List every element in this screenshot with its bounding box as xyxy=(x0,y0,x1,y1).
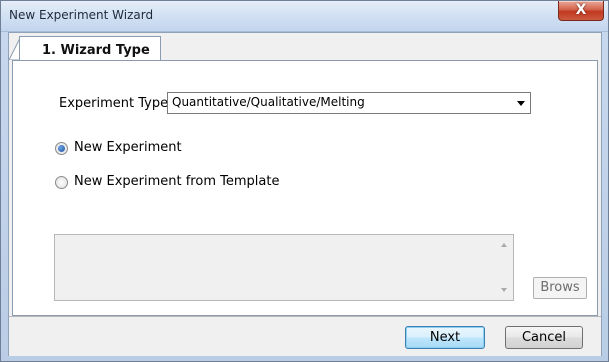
tab-wizard-type[interactable]: 1. Wizard Type xyxy=(19,36,161,61)
wizard-client-area: 1. Wizard Type Experiment Type Quantitat… xyxy=(8,32,602,356)
close-icon: X xyxy=(575,2,587,18)
scroll-up-arrow-icon xyxy=(501,243,507,247)
wizard-window: New Experiment Wizard X 1. Wizard Type E… xyxy=(0,0,609,362)
cancel-button[interactable]: Cancel xyxy=(505,326,583,349)
radio-new-experiment-from-template[interactable]: New Experiment from Template xyxy=(55,174,315,192)
radio-new-experiment[interactable]: New Experiment xyxy=(55,140,215,158)
chevron-down-icon xyxy=(517,101,525,106)
radio-button-unchecked[interactable] xyxy=(55,176,68,189)
next-button[interactable]: Next xyxy=(405,326,485,349)
radio-label-from-template: New Experiment from Template xyxy=(74,174,280,189)
tab-strip: 1. Wizard Type xyxy=(9,33,601,61)
title-bar[interactable]: New Experiment Wizard X xyxy=(1,1,608,32)
window-title: New Experiment Wizard xyxy=(9,8,154,22)
experiment-type-label: Experiment Type xyxy=(59,96,169,111)
close-button[interactable]: X xyxy=(558,1,604,21)
experiment-type-value: Quantitative/Qualitative/Melting xyxy=(172,95,365,109)
template-path-box xyxy=(54,234,514,301)
wizard-footer: Next Cancel xyxy=(9,316,601,356)
tab-panel: Experiment Type Quantitative/Qualitative… xyxy=(12,60,598,316)
radio-label-new-experiment: New Experiment xyxy=(74,140,182,155)
browse-button: Brows xyxy=(533,277,587,299)
scroll-down-arrow-icon xyxy=(501,288,507,292)
radio-button-checked[interactable] xyxy=(55,142,68,155)
tab-label: 1. Wizard Type xyxy=(42,43,150,58)
experiment-type-dropdown[interactable]: Quantitative/Qualitative/Melting xyxy=(167,92,531,114)
